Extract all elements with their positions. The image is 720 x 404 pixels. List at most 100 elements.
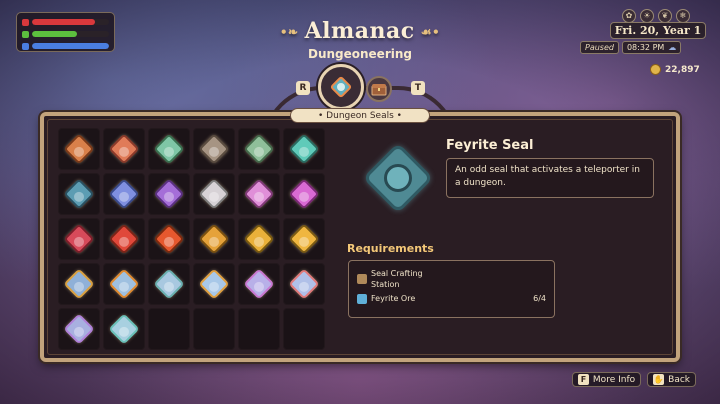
f-key-icon: F xyxy=(577,374,589,385)
dungeon-seal-icon xyxy=(153,268,185,300)
seal-slot[interactable] xyxy=(148,263,190,305)
seal-slot[interactable] xyxy=(193,128,235,170)
ore-icon xyxy=(357,293,367,304)
seal-slot[interactable] xyxy=(238,218,280,260)
requirement-row: Feyrite Ore 6/4 xyxy=(357,293,546,304)
item-name: Feyrite Seal xyxy=(446,138,534,153)
dungeon-seal-icon xyxy=(108,313,140,345)
seal-slot[interactable] xyxy=(283,218,325,260)
dungeon-seal-icon xyxy=(288,133,320,165)
dungeon-seal-icon xyxy=(153,223,185,255)
seal-slot[interactable] xyxy=(238,263,280,305)
time-row: Paused 08:32 PM ☁ xyxy=(580,40,682,54)
dungeon-seal-icon xyxy=(153,133,185,165)
dungeon-seal-icon xyxy=(198,223,230,255)
empty-seal-slot xyxy=(283,308,325,350)
dungeon-seal-icon xyxy=(108,133,140,165)
dungeon-seal-icon xyxy=(243,178,275,210)
empty-seal-slot xyxy=(238,308,280,350)
title-ornament-right-icon: ☙• xyxy=(420,25,441,39)
seal-slot[interactable] xyxy=(58,173,100,215)
dungeon-seal-icon xyxy=(288,178,320,210)
seal-slot[interactable] xyxy=(58,308,100,350)
almanac-panel: Feyrite Seal An odd seal that activates … xyxy=(40,112,680,362)
gold-amount: 22,897 xyxy=(665,64,700,75)
back-button[interactable]: ✋ Back xyxy=(647,372,696,387)
requirement-row: Seal Crafting Station xyxy=(357,268,546,290)
requirement-label: Seal Crafting Station xyxy=(371,269,423,289)
control-hints: F More Info ✋ Back xyxy=(571,372,696,387)
tab-dungeon-chests[interactable] xyxy=(366,76,392,102)
seal-slot[interactable] xyxy=(103,173,145,215)
seal-slot[interactable] xyxy=(283,173,325,215)
dungeon-seal-icon xyxy=(288,223,320,255)
next-tab-key[interactable]: T xyxy=(411,81,425,95)
seal-slot[interactable] xyxy=(148,128,190,170)
leaf-icon: ❦ xyxy=(658,9,672,23)
dungeon-seal-icon xyxy=(243,133,275,165)
empty-seal-slot xyxy=(193,308,235,350)
empty-seal-slot xyxy=(148,308,190,350)
item-description: An odd seal that activates a teleporter … xyxy=(446,158,654,198)
title-ornament-left-icon: •❧ xyxy=(279,25,299,39)
dungeon-seal-icon xyxy=(108,178,140,210)
seal-slot[interactable] xyxy=(103,218,145,260)
dungeon-seal-icon xyxy=(108,223,140,255)
season-indicators: ✿ ☀ ❦ ❄ xyxy=(622,9,690,23)
requirement-count: 6/4 xyxy=(533,294,546,303)
hand-icon: ✋ xyxy=(653,374,665,385)
gold-counter: 22,897 xyxy=(650,64,700,75)
dungeon-seal-icon xyxy=(63,223,95,255)
dungeon-seal-icon xyxy=(153,178,185,210)
clock-display: 08:32 PM ☁ xyxy=(621,40,682,54)
requirements-title: Requirements xyxy=(347,242,434,255)
dungeon-seal-icon xyxy=(63,268,95,300)
chest-tab-icon xyxy=(371,84,387,96)
seal-slot[interactable] xyxy=(58,128,100,170)
more-info-label: More Info xyxy=(592,374,636,385)
category-pill: • Dungeon Seals • xyxy=(290,108,430,123)
dungeon-seal-icon xyxy=(63,178,95,210)
dungeon-seal-icon xyxy=(63,133,95,165)
seal-slot[interactable] xyxy=(103,128,145,170)
time-text: 08:32 PM xyxy=(626,42,665,52)
tab-dungeon-seals[interactable] xyxy=(318,64,364,110)
dungeon-seal-icon xyxy=(63,313,95,345)
seal-slot[interactable] xyxy=(103,263,145,305)
seal-core xyxy=(384,164,412,192)
seal-slot[interactable] xyxy=(238,173,280,215)
seal-grid xyxy=(58,128,325,350)
dungeon-seal-icon xyxy=(198,178,230,210)
dungeon-seal-icon xyxy=(108,268,140,300)
seal-slot[interactable] xyxy=(193,173,235,215)
requirements-list: Seal Crafting Station Feyrite Ore 6/4 xyxy=(348,260,555,318)
seal-slot[interactable] xyxy=(283,263,325,305)
workbench-icon xyxy=(357,274,367,284)
seal-slot[interactable] xyxy=(148,218,190,260)
coin-icon xyxy=(650,64,661,75)
flower-icon: ✿ xyxy=(622,9,636,23)
seal-slot[interactable] xyxy=(58,218,100,260)
dungeon-seal-icon xyxy=(198,268,230,300)
seal-slot[interactable] xyxy=(193,218,235,260)
seal-slot[interactable] xyxy=(193,263,235,305)
requirement-label: Feyrite Ore xyxy=(371,294,416,303)
dungeon-seal-icon xyxy=(243,268,275,300)
dungeon-seal-icon xyxy=(198,133,230,165)
dungeon-seal-icon xyxy=(243,223,275,255)
date-display: Fri. 20, Year 1 xyxy=(610,22,706,39)
more-info-button[interactable]: F More Info xyxy=(571,372,642,387)
selected-seal-preview xyxy=(360,140,436,216)
seal-slot[interactable] xyxy=(58,263,100,305)
seal-slot[interactable] xyxy=(238,128,280,170)
seal-slot[interactable] xyxy=(103,308,145,350)
sun-icon: ☀ xyxy=(640,9,654,23)
seal-tab-icon xyxy=(330,76,352,98)
snowflake-icon: ❄ xyxy=(676,9,690,23)
paused-badge: Paused xyxy=(580,40,619,54)
seal-slot[interactable] xyxy=(283,128,325,170)
prev-tab-key[interactable]: R xyxy=(296,81,310,95)
back-label: Back xyxy=(668,374,690,385)
seal-slot[interactable] xyxy=(148,173,190,215)
weather-icon: ☁ xyxy=(668,42,677,52)
